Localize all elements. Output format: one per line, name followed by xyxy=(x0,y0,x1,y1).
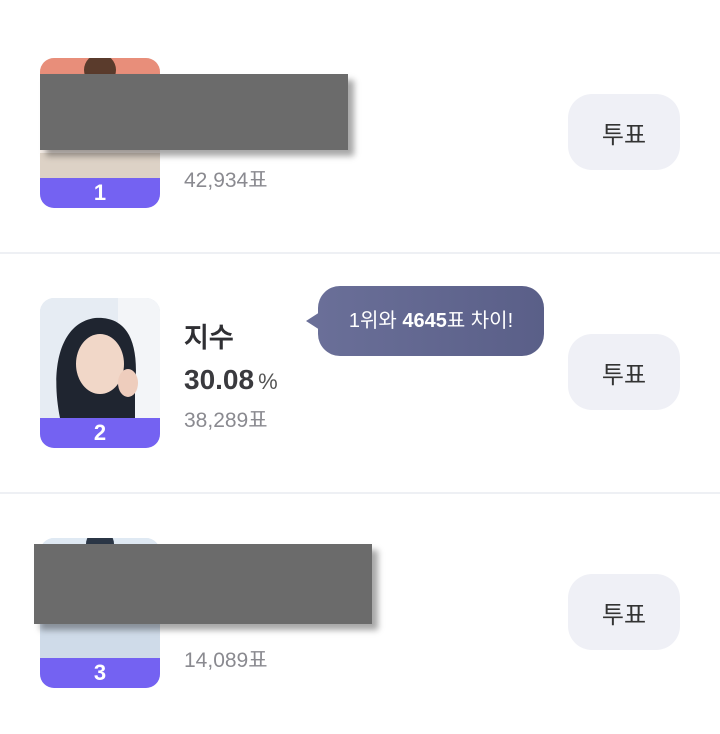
vote-count: 14,089표 xyxy=(184,649,268,672)
tooltip-gap: 4645 xyxy=(402,310,447,332)
ranking-row-3: 3 14,089표 투표 xyxy=(0,494,720,734)
vote-button[interactable]: 투표 xyxy=(568,574,680,650)
candidate-photo-2: 2 xyxy=(40,298,160,448)
tooltip-suffix: 표 차이! xyxy=(446,310,514,332)
percentage-unit: % xyxy=(258,369,278,394)
vote-button[interactable]: 투표 xyxy=(568,334,680,410)
tooltip-tail xyxy=(306,312,320,330)
rank-badge: 2 xyxy=(40,418,160,448)
rank-badge: 1 xyxy=(40,178,160,208)
vote-button[interactable]: 투표 xyxy=(568,94,680,170)
vote-count: 38,289표 xyxy=(184,409,268,432)
rank-badge: 3 xyxy=(40,658,160,688)
tooltip-prefix: 1위와 xyxy=(348,310,403,332)
ranking-row-1: 1 42,934표 투표 xyxy=(0,0,720,240)
vote-gap-tooltip: 1위와 4645표 차이! xyxy=(306,286,544,356)
candidate-name: 지수 xyxy=(184,323,234,353)
vote-count: 42,934표 xyxy=(184,169,268,192)
redaction-box xyxy=(40,74,348,150)
percentage-value: 30.08 xyxy=(184,364,255,395)
redaction-box xyxy=(34,544,372,624)
vote-percentage: 30.08% xyxy=(184,364,278,396)
